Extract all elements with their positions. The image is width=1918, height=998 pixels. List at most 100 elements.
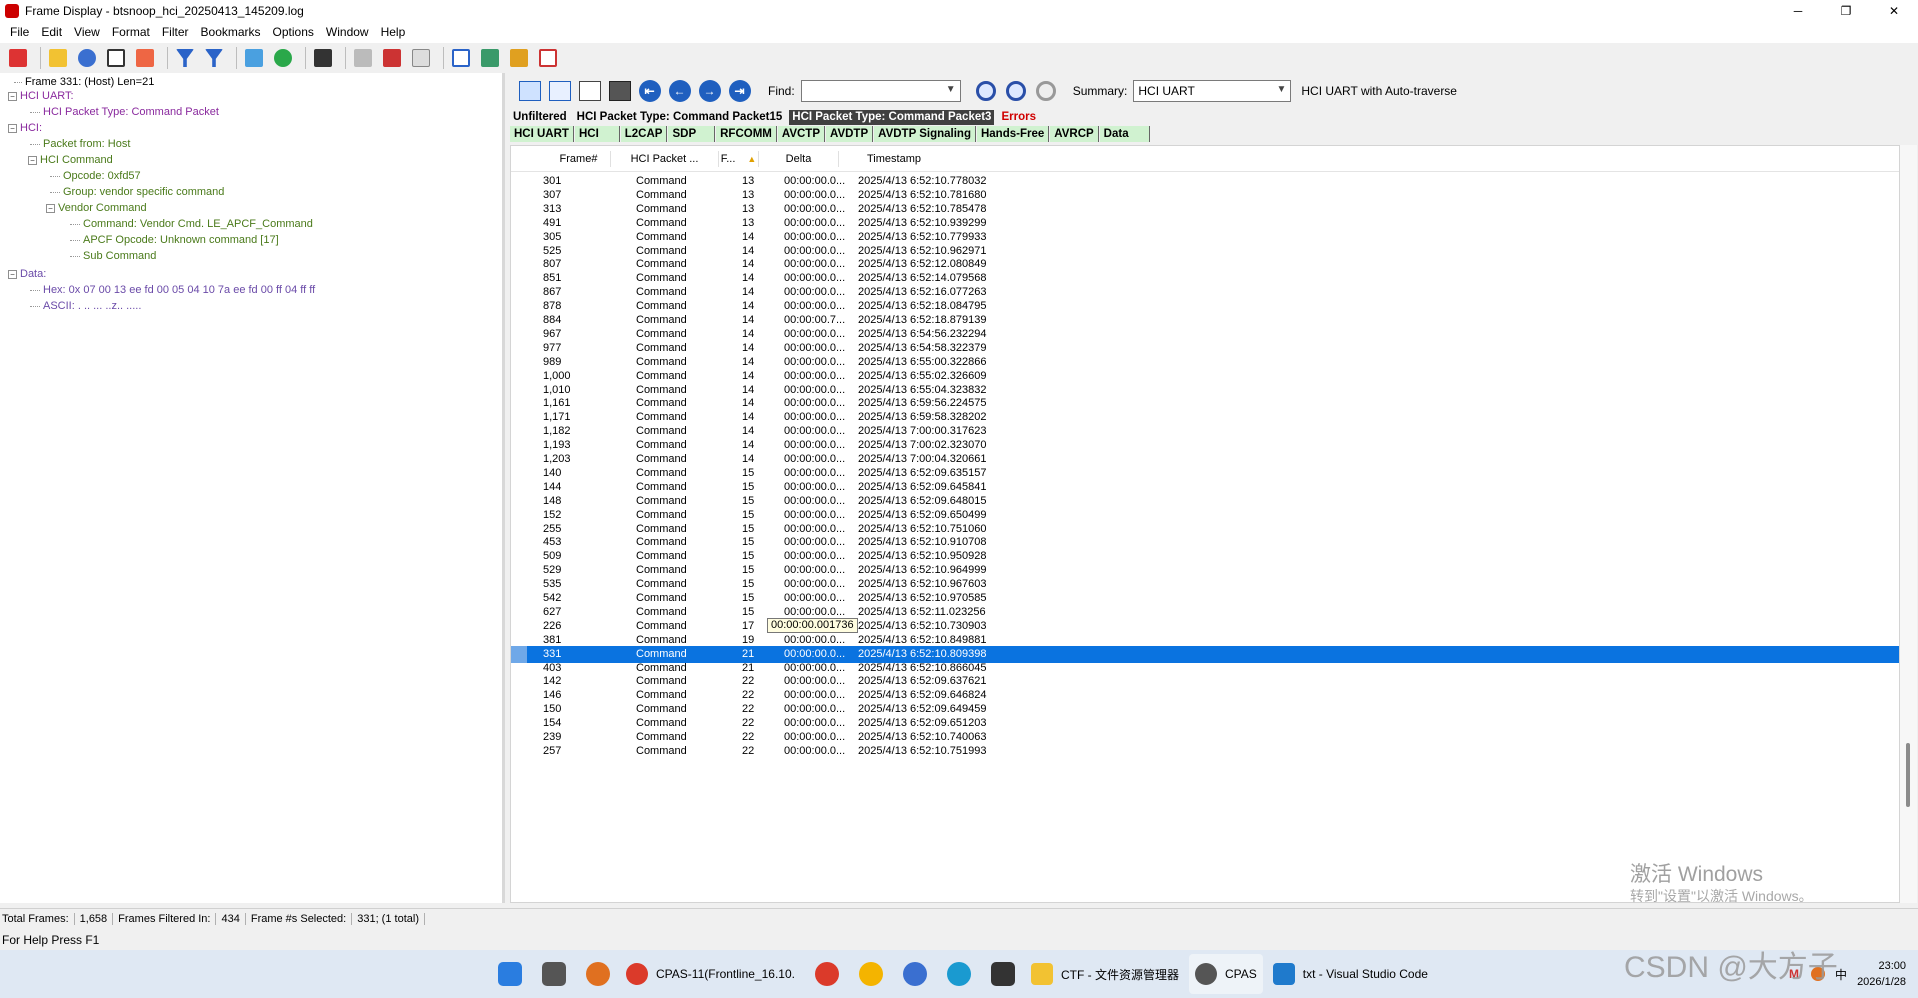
bar-chart-icon[interactable]	[507, 46, 531, 70]
tree-data-node[interactable]: − Data:	[8, 267, 46, 281]
tab-command-packet3[interactable]: HCI Packet Type: Command Packet3	[789, 110, 995, 125]
layers-icon[interactable]	[242, 46, 266, 70]
tree-command[interactable]: Command: Vendor Cmd. LE_APCF_Command	[70, 217, 313, 231]
menu-window[interactable]: Window	[320, 25, 375, 39]
search-icon[interactable]	[586, 962, 610, 986]
tree-vendor-command-node[interactable]: − Vendor Command	[46, 201, 147, 215]
tab-avdtp[interactable]: AVDTP	[826, 126, 874, 142]
close-button[interactable]: ✕	[1870, 0, 1918, 21]
tab-l2cap[interactable]: L2CAP	[620, 126, 668, 142]
tree-hci-uart-node[interactable]: − HCI UART:	[8, 89, 74, 103]
export-icon[interactable]	[478, 46, 502, 70]
scrollbar-thumb[interactable]	[1906, 743, 1910, 807]
column-header-frame[interactable]: Frame#	[527, 150, 611, 167]
find-next-icon[interactable]	[1003, 78, 1030, 105]
hex-view-icon[interactable]	[104, 46, 128, 70]
tab-hands-free[interactable]: Hands-Free	[976, 126, 1050, 142]
bookmark-icon[interactable]	[133, 46, 157, 70]
tree-opcode[interactable]: Opcode: 0xfd57	[50, 169, 141, 183]
tree-hci-packet-type[interactable]: HCI Packet Type: Command Packet	[30, 105, 219, 119]
filter-icon[interactable]	[173, 46, 197, 70]
tree-ascii[interactable]: ASCII: . .. ... ..z.. .....	[30, 299, 141, 313]
minimize-button[interactable]: ─	[1774, 0, 1822, 21]
taskbar-item-cpas[interactable]: CPAS	[1188, 954, 1263, 994]
find-combobox[interactable]: ▼	[800, 80, 961, 102]
taskbar-item-cpas11[interactable]: CPAS-11(Frontline_16.10.	[620, 954, 801, 994]
tree-sub-command[interactable]: Sub Command	[70, 249, 156, 263]
start-icon[interactable]	[498, 962, 522, 986]
open-folder-icon[interactable]	[46, 46, 70, 70]
menu-edit[interactable]: Edit	[35, 25, 68, 39]
menu-view[interactable]: View	[68, 25, 106, 39]
collapse-icon[interactable]: −	[28, 155, 37, 165]
tree-hci-node[interactable]: − HCI:	[8, 121, 42, 135]
previous-frame-icon[interactable]: ←	[666, 78, 693, 105]
clock[interactable]: 23:00 2026/1/28	[1857, 958, 1906, 990]
vertical-scrollbar[interactable]	[1900, 145, 1917, 903]
tab-errors[interactable]: Errors	[998, 110, 1039, 125]
tree-group[interactable]: Group: vendor specific command	[50, 185, 224, 199]
collapse-icon[interactable]: −	[8, 269, 17, 279]
table-row[interactable]: 257 Command 22 00:00:00.0... 2025/4/13 6:52:…	[511, 743, 1899, 760]
statistics-icon[interactable]	[536, 46, 560, 70]
tab-avctp[interactable]: AVCTP	[777, 126, 825, 142]
chrome-icon[interactable]	[814, 962, 839, 986]
collapse-icon[interactable]: −	[46, 203, 55, 213]
collapse-icon[interactable]: −	[8, 91, 17, 101]
go-to-frame-icon[interactable]	[606, 78, 633, 105]
terminal-icon[interactable]	[990, 962, 1015, 986]
first-frame-icon[interactable]: ⇤	[636, 78, 663, 105]
firefox-icon[interactable]	[902, 962, 927, 986]
tab-unfiltered[interactable]: Unfiltered	[510, 110, 570, 125]
filter-edit-icon[interactable]	[202, 46, 226, 70]
collapse-icon[interactable]: −	[8, 123, 17, 133]
tree-apcf-opcode[interactable]: APCF Opcode: Unknown command [17]	[70, 233, 279, 247]
home-icon[interactable]	[6, 46, 30, 70]
menu-file[interactable]: File	[4, 25, 35, 39]
menu-bookmarks[interactable]: Bookmarks	[195, 25, 267, 39]
menu-filter[interactable]: Filter	[156, 25, 195, 39]
tab-hci[interactable]: HCI	[574, 126, 620, 142]
tree-packet-from[interactable]: Packet from: Host	[30, 137, 130, 151]
tree-connector	[14, 81, 22, 83]
tree-frame-node[interactable]: Frame 331: (Host) Len=21	[14, 75, 154, 89]
next-frame-icon[interactable]: →	[696, 78, 723, 105]
maximize-button[interactable]: ❐	[1822, 0, 1870, 21]
summary-combobox[interactable]: HCI UART ▼	[1133, 80, 1292, 102]
column-header-f[interactable]: F... ▲	[719, 150, 759, 167]
menu-help[interactable]: Help	[375, 25, 412, 39]
browser-icon[interactable]	[858, 962, 883, 986]
open-book-icon[interactable]	[409, 46, 433, 70]
column-header-hci-packet[interactable]: HCI Packet ...	[611, 150, 719, 167]
tree-hci-command-node[interactable]: − HCI Command	[28, 153, 113, 167]
book-icon[interactable]	[380, 46, 404, 70]
tab-sdp[interactable]: SDP	[668, 126, 716, 142]
search-icon[interactable]	[75, 46, 99, 70]
tab-avrcp[interactable]: AVRCP	[1050, 126, 1099, 142]
column-header-timestamp[interactable]: Timestamp	[839, 151, 949, 167]
taskbar-item-explorer[interactable]: CTF - 文件资源管理器	[1025, 954, 1185, 994]
tree-hex[interactable]: Hex: 0x 07 00 13 ee fd 00 05 04 10 7a ee…	[30, 283, 315, 297]
refresh-icon[interactable]	[271, 46, 295, 70]
edge-icon[interactable]	[946, 962, 971, 986]
view-list-icon[interactable]	[576, 78, 603, 105]
tab-command-packet15[interactable]: HCI Packet Type: Command Packet15	[574, 110, 786, 125]
menu-format[interactable]: Format	[106, 25, 156, 39]
find-previous-icon[interactable]	[973, 78, 1000, 105]
chart-line-icon[interactable]	[449, 46, 473, 70]
find-options-icon[interactable]	[1033, 78, 1060, 105]
column-header-delta[interactable]: Delta	[759, 150, 839, 167]
menu-options[interactable]: Options	[267, 25, 320, 39]
view-split-icon[interactable]	[546, 78, 573, 105]
binoculars-icon[interactable]	[311, 46, 335, 70]
tab-rfcomm[interactable]: RFCOMM	[716, 126, 777, 142]
taskbar-item-vscode[interactable]: txt - Visual Studio Code	[1267, 954, 1434, 994]
tab-avdtp-signaling[interactable]: AVDTP Signaling	[874, 126, 976, 142]
note-icon[interactable]	[351, 46, 375, 70]
tab-hci-uart[interactable]: HCI UART	[510, 126, 574, 142]
last-frame-icon[interactable]: ⇥	[726, 78, 753, 105]
view-detail-icon[interactable]	[516, 78, 543, 105]
task-view-icon[interactable]	[542, 962, 566, 986]
tab-data[interactable]: Data	[1099, 126, 1150, 142]
table-row[interactable]: 226 Command 17 2025/4/13 6:52:10.730903 00:0…	[511, 617, 1899, 635]
